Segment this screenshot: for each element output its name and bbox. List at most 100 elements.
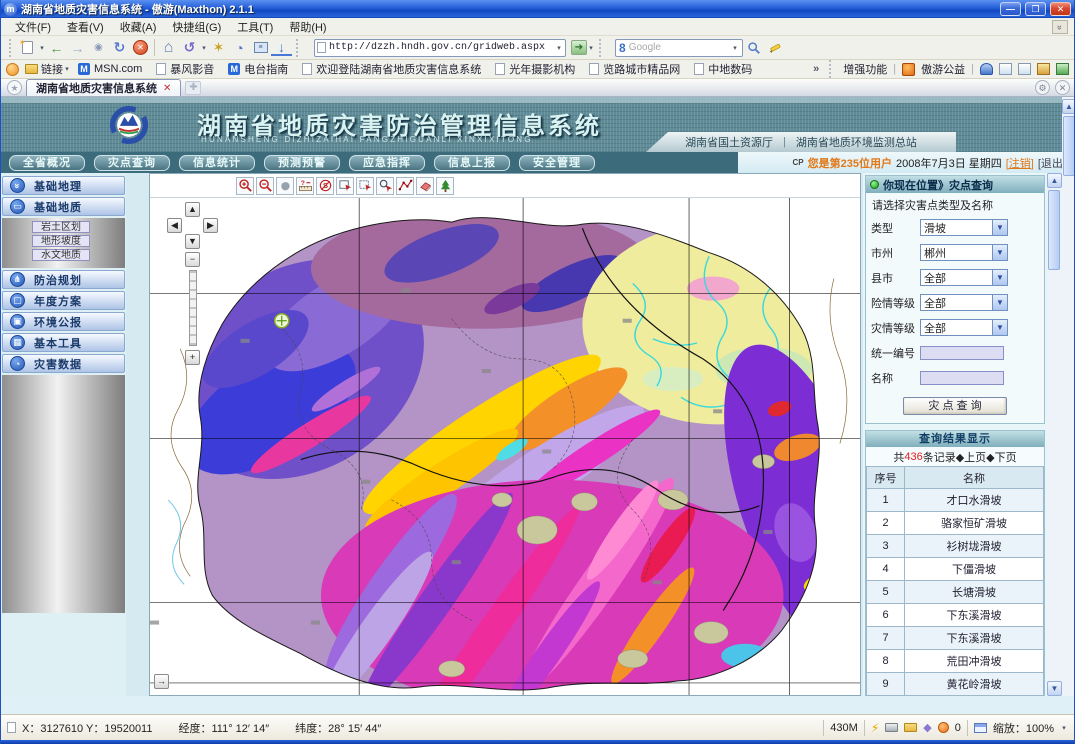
s-disabled-tool-icon[interactable]: S (316, 177, 334, 195)
table-row[interactable]: 5长塘滑坡 (867, 581, 1044, 604)
go-dropdown-icon[interactable]: ▾ (587, 44, 595, 52)
nav-tab-信息上报[interactable]: 信息上报 (434, 155, 510, 171)
draw-line-tool-icon[interactable] (396, 177, 414, 195)
dropdown-arrow-icon[interactable]: ▼ (992, 245, 1007, 260)
disaster-level-select[interactable]: 全部▼ (920, 319, 1008, 336)
close-button[interactable]: ✕ (1050, 2, 1071, 16)
search-engine-dropdown-icon[interactable]: ▾ (731, 44, 739, 52)
search-go-icon[interactable] (743, 38, 764, 58)
undo-icon[interactable]: ↺ (179, 38, 200, 58)
blocked-popup-icon[interactable] (938, 722, 949, 733)
undo-dropdown-icon[interactable]: ▾ (200, 44, 208, 52)
link-item[interactable]: 中地数码 (694, 61, 752, 77)
row-name[interactable]: 衫树垅滑坡 (905, 535, 1044, 558)
sidebar-item-防治规划[interactable]: ⋔防治规划 (2, 270, 125, 289)
name-input[interactable] (920, 371, 1004, 385)
highlight-pen-icon[interactable] (764, 38, 785, 58)
menu-item[interactable]: 查看(V) (59, 18, 112, 36)
zoom-slider[interactable] (189, 270, 197, 346)
search-input[interactable]: 8 Google ▾ (615, 39, 743, 57)
browser-scroll-thumb[interactable] (1063, 116, 1075, 176)
table-row[interactable]: 1才口水滑坡 (867, 489, 1044, 512)
measure-tool-icon[interactable]: ? (296, 177, 314, 195)
brush-icon[interactable] (1037, 63, 1050, 75)
row-name[interactable]: 下东溪滑坡 (905, 627, 1044, 650)
risk-level-select[interactable]: 全部▼ (920, 294, 1008, 311)
link-item[interactable]: 光年摄影机构 (495, 61, 575, 77)
sidebar-subitem-地形坡度[interactable]: 地形坡度 (32, 235, 90, 247)
url-dropdown-icon[interactable]: ▾ (555, 44, 563, 52)
zoom-plus-icon[interactable]: + (185, 350, 200, 365)
menu-item[interactable]: 快捷组(G) (164, 18, 229, 36)
nav-tab-预测预警[interactable]: 预测预警 (264, 155, 340, 171)
download-icon[interactable]: ↓ (271, 40, 292, 56)
sidebar-item-环境公报[interactable]: ▣环境公报 (2, 312, 125, 331)
sidebar-subitem-岩土区划[interactable]: 岩土区划 (32, 221, 90, 233)
pan-down-icon[interactable]: ▼ (185, 234, 200, 249)
row-name[interactable]: 黄花岭滑坡 (905, 673, 1044, 696)
sidebar-item-灾害数据[interactable]: ◔灾害数据 (2, 354, 125, 373)
unified-code-input[interactable] (920, 346, 1004, 360)
dropdown-arrow-icon[interactable]: ▼ (992, 320, 1007, 335)
menu-item[interactable]: 工具(T) (229, 18, 281, 36)
panel-scrollbar[interactable]: ▲ ▼ (1047, 173, 1062, 696)
proxy-icon[interactable]: ≡ (250, 38, 271, 58)
link-item[interactable]: 暴风影音 (156, 61, 214, 77)
row-name[interactable]: 才口水滑坡 (905, 489, 1044, 512)
link-item[interactable]: 欢迎登陆湖南省地质灾害信息系统 (302, 61, 481, 77)
row-name[interactable]: 下东溪滑坡 (905, 604, 1044, 627)
dropdown-arrow-icon[interactable]: ▼ (992, 270, 1007, 285)
forward-icon[interactable]: → (67, 38, 88, 58)
logout-link[interactable]: [注销] (1006, 155, 1034, 171)
city-select[interactable]: 郴州▼ (920, 244, 1008, 261)
zoom-minus-icon[interactable]: − (185, 252, 200, 267)
user-icon[interactable] (980, 63, 993, 75)
panel-scroll-thumb[interactable] (1048, 190, 1060, 270)
next-page-link[interactable]: ◆下页 (986, 449, 1016, 465)
pan-left-icon[interactable]: ◀ (167, 218, 182, 233)
nav-tab-灾点查询[interactable]: 灾点查询 (94, 155, 170, 171)
plugin-diamond-icon[interactable]: ◆ (923, 721, 931, 734)
select-rect-tool-icon[interactable] (336, 177, 354, 195)
eraser-tool-icon[interactable] (416, 177, 434, 195)
address-bar[interactable]: http://dzzh.hndh.gov.cn/gridweb.aspx ▾ (314, 39, 566, 57)
link-land-resources[interactable]: 湖南省国土资源厅 (685, 134, 773, 150)
go-button[interactable]: ➔ (571, 40, 587, 55)
new-tab-ghost-icon[interactable]: ✚ (185, 81, 201, 95)
back-icon[interactable]: ← (46, 38, 67, 58)
folder-icon[interactable] (904, 723, 917, 732)
table-row[interactable]: 8荒田冲滑坡 (867, 650, 1044, 673)
nav-tab-全省概况[interactable]: 全省概况 (9, 155, 85, 171)
zoom-window-icon[interactable] (974, 723, 987, 733)
dropdown-arrow-icon[interactable]: ▼ (992, 295, 1007, 310)
new-tab-dropdown-icon[interactable]: ▾ (38, 44, 46, 52)
panel-scroll-up-icon[interactable]: ▲ (1047, 173, 1062, 188)
table-row[interactable]: 9黄花岭滑坡 (867, 673, 1044, 696)
sidebar-item-基础地质[interactable]: ▭基础地质 (2, 197, 125, 216)
row-name[interactable]: 长塘滑坡 (905, 581, 1044, 604)
filter-wand-icon[interactable]: ✶ (208, 38, 229, 58)
link-item[interactable]: MMSN.com (78, 63, 142, 75)
window-icon[interactable] (999, 63, 1012, 75)
favorites-icon[interactable] (6, 63, 19, 76)
links-folder-icon[interactable] (25, 64, 38, 74)
wrench-icon[interactable]: ⚙ (1035, 80, 1050, 95)
pan-right-icon[interactable]: ▶ (203, 218, 218, 233)
toolbar-collapse-icon[interactable]: » (1052, 20, 1068, 34)
menu-item[interactable]: 收藏(A) (112, 18, 165, 36)
zoom-out-tool-icon[interactable] (256, 177, 274, 195)
pan-east-icon[interactable]: → (154, 674, 169, 689)
menu-item[interactable]: 文件(F) (7, 18, 59, 36)
type-select[interactable]: 滑坡▼ (920, 219, 1008, 236)
query-button[interactable]: 灾 点 查 询 (903, 397, 1007, 415)
home-icon[interactable]: ⌂ (158, 38, 179, 58)
table-row[interactable]: 6下东溪滑坡 (867, 604, 1044, 627)
row-name[interactable]: 荒田冲滑坡 (905, 650, 1044, 673)
link-item[interactable]: M电台指南 (228, 61, 288, 77)
panel-scroll-down-icon[interactable]: ▼ (1047, 681, 1062, 696)
plugin-icon[interactable] (1056, 63, 1069, 75)
close-tabs-icon[interactable]: ✕ (1055, 80, 1070, 95)
prev-page-link[interactable]: ◆上页 (956, 449, 986, 465)
row-name[interactable]: 下僵滑坡 (905, 558, 1044, 581)
enhance-link[interactable]: 增强功能 (843, 61, 887, 77)
